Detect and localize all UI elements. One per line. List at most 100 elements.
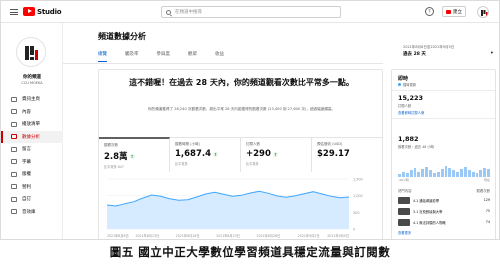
channel-name: 你的頻道 — [23, 75, 41, 80]
divider — [392, 90, 495, 91]
metric-revenue[interactable]: 預估營收 (USD) $29.17 — [312, 138, 382, 172]
metric-subscribers[interactable]: 訂閱人數 +290 ↑ 比平常多 — [241, 138, 312, 172]
date-range-dates: 2021年8月8日至2021年9月5日 — [403, 45, 455, 49]
list-item[interactable]: 3.1 社校數據與大學 75 — [398, 206, 490, 216]
tab-overview[interactable]: 總覽 — [98, 51, 107, 62]
metric-tabs: 觀看次數 2.8萬 ↑ 比平常多 847 觀看時間 (小時) 1,687.4 ↑ 比… — [99, 137, 382, 172]
list-item[interactable]: 4.1 無法評價的人物概 74 — [398, 217, 490, 227]
realtime-bar — [421, 169, 425, 177]
realtime-bar — [483, 168, 487, 177]
copyright-icon — [11, 171, 17, 177]
list-item[interactable]: 4.1 通話導論影帶 129 — [398, 195, 490, 205]
sidebar-item-monetization[interactable]: 營利 — [1, 181, 63, 194]
views-label: 觀看次數・過去 48 小時 — [398, 145, 434, 149]
realtime-bar — [456, 171, 459, 177]
sidebar-item-label: 版權 — [22, 172, 31, 178]
sidebar-item-playlists[interactable]: 播放清單 — [1, 118, 63, 131]
realtime-bar — [463, 167, 467, 177]
tab-audience[interactable]: 觀眾 — [188, 51, 197, 62]
sidebar-item-content[interactable]: 內容 — [1, 106, 63, 119]
channel-avatar[interactable] — [16, 37, 46, 67]
playlist-icon — [11, 121, 17, 127]
menu-icon[interactable] — [10, 9, 18, 15]
metric-watch-time[interactable]: 觀看時間 (小時) 1,687.4 ↑ 比平常多 — [170, 138, 241, 172]
realtime-bar — [436, 171, 440, 177]
chevron-down-icon: ▾ — [490, 51, 493, 56]
realtime-bar — [429, 170, 432, 177]
video-thumbnail — [398, 218, 410, 226]
metric-sub: 比平常多 847 — [104, 165, 124, 169]
views-count: 1,882 — [398, 135, 419, 143]
see-more-link[interactable]: 查看更多 — [398, 230, 411, 235]
realtime-bar — [398, 173, 401, 177]
sidebar-item-customization[interactable]: 自訂 — [1, 193, 63, 206]
metric-label: 訂閱人數 — [246, 142, 260, 146]
analytics-main: 頻道數據分析 總覽 觸及率 參與度 觀眾 收益 2021年8月8日至2021年9… — [63, 23, 499, 240]
subscriber-count: 15,223 — [398, 94, 424, 102]
realtime-bar — [479, 170, 483, 177]
tab-reach[interactable]: 觸及率 — [125, 51, 139, 62]
realtime-bar — [452, 170, 456, 177]
metric-sub: 比平常多 — [175, 162, 188, 166]
axis-end: 現在 — [483, 178, 490, 182]
metric-label: 預估營收 (USD) — [317, 142, 343, 146]
customization-icon — [11, 196, 17, 202]
content-icon — [11, 109, 17, 115]
metric-views[interactable]: 觀看次數 2.8萬 ↑ 比平常多 847 — [99, 137, 170, 172]
help-icon[interactable]: ? — [425, 7, 434, 16]
realtime-bar — [409, 170, 413, 177]
realtime-axis: -48小時 現在 — [398, 178, 490, 182]
create-button[interactable]: 建立 — [442, 6, 466, 17]
summary-text: 你的頻道獲得了 28,240 次觀看次數，超出平常 28 天內能獲得的觀看次數 … — [147, 107, 336, 111]
views-line-chart[interactable]: 0 500 1,000 1,500 2021年8月8日 2021年8月13日 2021年8月… — [99, 173, 382, 240]
sidebar-item-dashboard[interactable]: 資訊主頁 — [1, 93, 63, 106]
top-content-header: 熱門內容 觀看次數 — [398, 188, 490, 193]
realtime-bar — [475, 172, 479, 177]
analytics-icon — [11, 134, 17, 140]
video-thumbnail — [398, 207, 410, 215]
realtime-bar — [432, 172, 436, 177]
search-input[interactable]: 在頻道中搜尋 — [161, 6, 341, 18]
realtime-bar — [417, 171, 421, 177]
realtime-bar — [405, 172, 409, 177]
x-tick-label: 2021年9月2日 — [298, 233, 320, 238]
studio-logo[interactable]: Studio — [23, 7, 62, 16]
date-range-picker[interactable]: 2021年8月8日至2021年9月5日 過去 28 天 ▾ — [403, 45, 493, 61]
realtime-bar — [448, 168, 452, 177]
subscriber-link[interactable]: 查看即時訂閱人數 — [398, 110, 424, 115]
sidebar-item-comments[interactable]: 留言 — [1, 143, 63, 156]
sidebar-item-analytics[interactable]: 數據分析 — [1, 130, 63, 143]
y-tick-label: 0 — [353, 228, 355, 232]
y-tick-label: 1,000 — [353, 194, 363, 198]
subscriber-label: 訂閱人數 — [398, 104, 412, 108]
x-tick-label: 2021年8月28日 — [256, 233, 280, 238]
x-tick-label: 2021年8月23日 — [216, 233, 240, 238]
header-left: 熱門內容 — [398, 189, 412, 193]
realtime-bar — [487, 169, 490, 177]
sidebar-item-label: 內容 — [22, 109, 31, 115]
video-title: 4.1 無法評價的人物概 — [413, 220, 446, 225]
metric-label: 觀看次數 — [104, 143, 118, 147]
tab-revenue[interactable]: 收益 — [215, 51, 224, 62]
account-avatar[interactable] — [477, 6, 489, 18]
arrow-up-icon: ↑ — [129, 153, 135, 159]
sidebar-item-subtitles[interactable]: 字幕 — [1, 156, 63, 169]
realtime-bar — [467, 170, 471, 177]
sidebar-item-label: 資訊主頁 — [22, 97, 40, 103]
left-sidebar: 你的頻道 CCU MOEKA 資訊主頁 內容 播放清單 數據分析 留言 字幕 版… — [1, 23, 63, 239]
x-tick-label: 2021年8月18日 — [176, 233, 200, 238]
youtube-logo-icon — [23, 7, 35, 16]
create-label: 建立 — [453, 9, 462, 15]
subtitles-icon — [11, 159, 17, 165]
sidebar-item-audio-library[interactable]: 音效庫 — [1, 206, 63, 219]
video-title: 4.1 通話導論影帶 — [413, 198, 440, 203]
dashboard-icon — [11, 96, 17, 102]
realtime-title: 即時 — [398, 76, 409, 82]
arrow-up-icon: ↑ — [272, 151, 278, 157]
tab-engagement[interactable]: 參與度 — [157, 51, 171, 62]
search-icon — [166, 9, 171, 15]
realtime-bar — [401, 171, 405, 177]
sidebar-item-copyright[interactable]: 版權 — [1, 168, 63, 181]
live-dot-icon — [398, 83, 401, 86]
camera-icon — [446, 9, 451, 14]
